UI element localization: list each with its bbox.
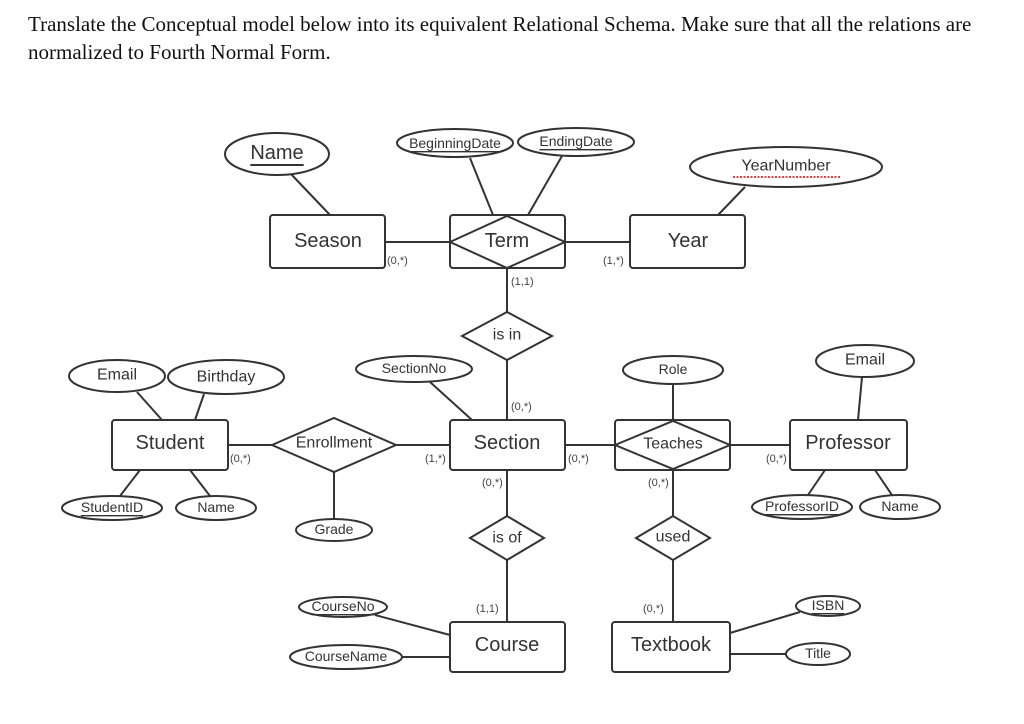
svg-text:Title: Title [805,645,831,661]
svg-text:Term: Term [485,230,529,252]
relationship-used[interactable]: used [634,514,712,562]
attribute-professor-name: Name [859,494,941,520]
entity-term[interactable]: Term [447,214,568,270]
svg-text:CourseNo: CourseNo [311,598,374,614]
cardinality-section-enrollment: (1,*) [425,453,446,465]
cardinality-course-isof: (1,1) [476,603,499,615]
cardinality-section-isin: (0,*) [511,401,532,413]
svg-text:Textbook: Textbook [631,634,712,656]
cardinality-textbook-used: (0,*) [643,603,664,615]
svg-text:used: used [656,529,691,546]
svg-text:StudentID: StudentID [81,499,143,515]
svg-text:EndingDate: EndingDate [539,133,612,149]
relationship-is-of[interactable]: is of [468,514,546,562]
entity-student[interactable]: Student [111,419,229,471]
svg-text:ProfessorID: ProfessorID [765,498,839,514]
attribute-course-no: CourseNo [298,596,388,618]
entity-teaches[interactable]: Teaches [612,419,733,471]
svg-text:Section: Section [474,432,541,454]
svg-text:Professor: Professor [805,432,891,454]
attribute-student-name: Name [175,495,257,521]
cardinality-year-term: (1,*) [603,255,624,267]
svg-text:Year: Year [668,230,709,252]
svg-text:Enrollment: Enrollment [296,435,373,452]
cardinality-teaches-used: (0,*) [648,477,669,489]
attribute-role: Role [622,355,724,385]
svg-text:CourseName: CourseName [305,648,388,664]
svg-text:Role: Role [659,361,688,377]
svg-text:YearNumber: YearNumber [741,158,831,175]
svg-text:Teaches: Teaches [643,436,703,453]
cardinality-term-isin: (1,1) [511,276,534,288]
svg-text:is of: is of [492,530,522,547]
svg-text:Birthday: Birthday [197,369,256,386]
svg-text:ISBN: ISBN [812,597,845,613]
cardinality-student-enrollment: (0,*) [230,453,251,465]
attribute-beginning-date: BeginningDate [396,128,514,158]
entity-section[interactable]: Section [449,419,566,471]
attribute-ending-date: EndingDate [517,127,635,157]
attribute-student-id: StudentID [61,495,163,521]
svg-text:Email: Email [845,352,885,369]
attribute-title: Title [785,642,851,666]
attribute-professor-id: ProfessorID [751,494,853,520]
er-diagram: Season Term Year Student Section Teaches… [61,127,941,673]
svg-text:BeginningDate: BeginningDate [409,135,501,151]
entity-year[interactable]: Year [629,214,746,269]
entity-season[interactable]: Season [269,214,386,269]
attribute-isbn: ISBN [795,595,861,617]
attribute-section-no: SectionNo [355,355,473,383]
attribute-student-email: Email [68,359,166,393]
cardinality-section-teaches: (0,*) [568,453,589,465]
svg-text:Student: Student [136,432,205,454]
attribute-grade: Grade [295,518,373,542]
attribute-course-name: CourseName [289,644,403,670]
cardinality-section-isof: (0,*) [482,477,503,489]
svg-text:SectionNo: SectionNo [382,360,447,376]
svg-text:is in: is in [493,327,521,344]
attribute-season-name: Name [224,132,330,176]
attribute-year-number: YearNumber [689,146,883,188]
svg-text:Season: Season [294,230,362,252]
cardinality-season-term: (0,*) [387,255,408,267]
entity-professor[interactable]: Professor [789,419,908,471]
relationship-is-in[interactable]: is in [459,310,555,362]
svg-text:Course: Course [475,634,539,656]
svg-text:Name: Name [250,142,303,164]
relationship-enrollment[interactable]: Enrollment [269,416,399,474]
entity-course[interactable]: Course [449,621,566,673]
attribute-birthday: Birthday [167,359,285,395]
svg-text:Grade: Grade [315,521,354,537]
svg-text:Name: Name [881,498,919,514]
svg-text:Name: Name [197,499,235,515]
cardinality-professor-teaches: (0,*) [766,453,787,465]
entity-textbook[interactable]: Textbook [611,621,731,673]
svg-text:Email: Email [97,367,137,384]
attribute-professor-email: Email [815,344,915,378]
